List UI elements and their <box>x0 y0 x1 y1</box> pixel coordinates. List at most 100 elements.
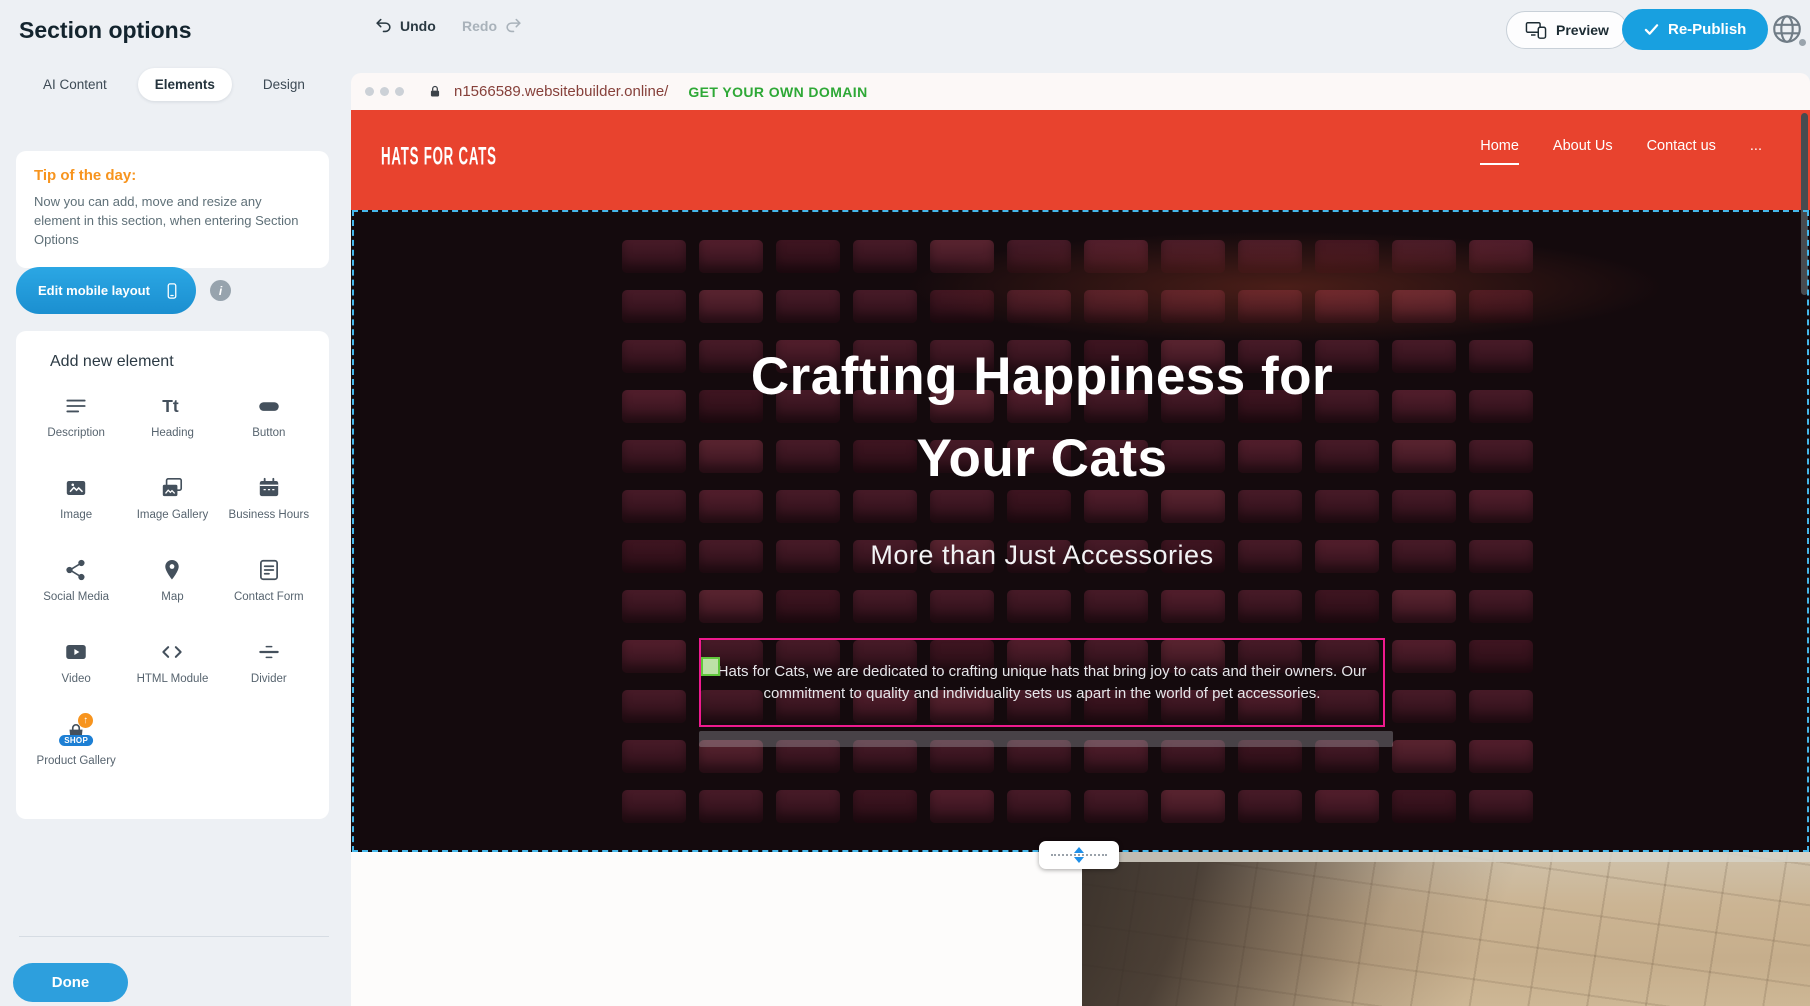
republish-button[interactable]: Re-Publish <box>1622 9 1768 50</box>
hero-tile <box>622 640 686 673</box>
hero-tile <box>1084 290 1148 323</box>
add-element-panel: Add new element Description Tt Heading <box>16 331 329 819</box>
description-icon <box>63 393 89 419</box>
hero-tile <box>622 240 686 273</box>
element-social-media[interactable]: Social Media <box>28 549 124 631</box>
hero-tile <box>1392 740 1456 773</box>
element-button[interactable]: Button <box>221 385 317 467</box>
element-business-hours[interactable]: Business Hours <box>221 467 317 549</box>
hero-tile <box>1469 690 1533 723</box>
hero-tile <box>1392 290 1456 323</box>
phone-icon <box>163 282 181 300</box>
map-icon <box>159 557 185 583</box>
devices-icon <box>1525 20 1547 40</box>
hero-subheading[interactable]: More than Just Accessories <box>351 540 1733 571</box>
redo-icon <box>504 16 523 35</box>
preview-label: Preview <box>1556 22 1609 38</box>
social-media-icon <box>63 557 89 583</box>
page-title: Section options <box>19 17 192 44</box>
get-domain-link[interactable]: GET YOUR OWN DOMAIN <box>688 84 867 100</box>
element-grid: Description Tt Heading Button <box>28 385 317 795</box>
hero-tile <box>930 790 994 823</box>
hero-tile <box>1315 790 1379 823</box>
element-contact-form[interactable]: Contact Form <box>221 549 317 631</box>
undo-button[interactable]: Undo <box>374 16 436 35</box>
nav-home[interactable]: Home <box>1480 138 1519 165</box>
image-gallery-icon <box>159 475 185 501</box>
element-drag-handle[interactable] <box>701 657 720 676</box>
element-image[interactable]: Image <box>28 467 124 549</box>
element-image-gallery[interactable]: Image Gallery <box>124 467 220 549</box>
divider-icon <box>256 639 282 665</box>
element-divider[interactable]: Divider <box>221 631 317 713</box>
element-product-gallery[interactable]: SHOP ↑ Product Gallery <box>28 713 124 795</box>
sidebar-divider <box>19 936 329 937</box>
hero-heading[interactable]: Crafting Happiness for Your Cats <box>351 336 1733 500</box>
shop-badge: SHOP <box>59 735 93 746</box>
element-html-module[interactable]: HTML Module <box>124 631 220 713</box>
done-button[interactable]: Done <box>13 963 128 1002</box>
redo-label: Redo <box>462 18 497 34</box>
element-video[interactable]: Video <box>28 631 124 713</box>
selected-text-element[interactable]: Hats for Cats, we are dedicated to craft… <box>699 638 1385 727</box>
tab-elements[interactable]: Elements <box>138 68 232 101</box>
hero-tile <box>930 240 994 273</box>
hero-section[interactable]: Crafting Happiness for Your Cats More th… <box>351 210 1810 852</box>
globe-icon <box>1770 12 1808 46</box>
hero-tile <box>622 290 686 323</box>
page-scrollbar[interactable] <box>1801 113 1808 295</box>
hero-tile <box>622 690 686 723</box>
hero-tile <box>1315 240 1379 273</box>
hero-tile <box>1161 590 1225 623</box>
preview-button[interactable]: Preview <box>1506 11 1628 49</box>
language-globe-button[interactable] <box>1770 10 1808 48</box>
hero-paragraph: Hats for Cats, we are dedicated to craft… <box>711 661 1373 705</box>
nav-about-us[interactable]: About Us <box>1553 138 1613 163</box>
tab-ai-content[interactable]: AI Content <box>26 68 124 101</box>
site-nav: Home About Us Contact us ... <box>1480 138 1762 165</box>
hero-tile <box>1238 290 1302 323</box>
hero-tile <box>1084 590 1148 623</box>
site-header: HATS FOR CATS Home About Us Contact us .… <box>351 110 1810 210</box>
editor-canvas: n1566589.websitebuilder.online/ GET YOUR… <box>351 73 1810 1006</box>
hero-tile <box>1161 240 1225 273</box>
element-description[interactable]: Description <box>28 385 124 467</box>
hero-tile <box>1315 290 1379 323</box>
hero-tile <box>1007 790 1071 823</box>
check-icon <box>1644 23 1659 36</box>
hero-tile <box>699 590 763 623</box>
edit-mobile-label: Edit mobile layout <box>38 283 150 298</box>
section-resize-handle[interactable] <box>1039 841 1119 869</box>
tab-design[interactable]: Design <box>246 68 322 101</box>
hero-tile <box>1315 590 1379 623</box>
edit-mobile-layout-button[interactable]: Edit mobile layout <box>16 267 196 314</box>
hero-tile <box>622 790 686 823</box>
html-module-icon <box>159 639 185 665</box>
hero-heading-line2: Your Cats <box>351 418 1733 500</box>
hero-tile <box>699 790 763 823</box>
hero-tile <box>1007 590 1071 623</box>
heading-icon: Tt <box>159 393 185 419</box>
hero-tile <box>1469 640 1533 673</box>
hero-tile <box>776 240 840 273</box>
browser-bar: n1566589.websitebuilder.online/ GET YOUR… <box>351 73 1810 110</box>
nav-more[interactable]: ... <box>1750 138 1762 163</box>
info-icon[interactable]: i <box>210 280 231 301</box>
hero-tile <box>1238 590 1302 623</box>
element-map[interactable]: Map <box>124 549 220 631</box>
next-section-blank <box>351 852 1082 1006</box>
resize-down-arrow-icon <box>1074 857 1084 863</box>
hero-tile <box>1469 590 1533 623</box>
redo-button[interactable]: Redo <box>462 16 523 35</box>
hero-tile <box>853 590 917 623</box>
element-heading[interactable]: Tt Heading <box>124 385 220 467</box>
hero-tile <box>1084 790 1148 823</box>
business-hours-icon <box>256 475 282 501</box>
hero-tile <box>1084 240 1148 273</box>
nav-contact-us[interactable]: Contact us <box>1647 138 1716 163</box>
upgrade-badge-icon: ↑ <box>78 713 93 728</box>
hero-tile <box>699 290 763 323</box>
hero-tile <box>853 790 917 823</box>
product-gallery-icon: SHOP ↑ <box>63 721 89 747</box>
undo-label: Undo <box>400 18 436 34</box>
